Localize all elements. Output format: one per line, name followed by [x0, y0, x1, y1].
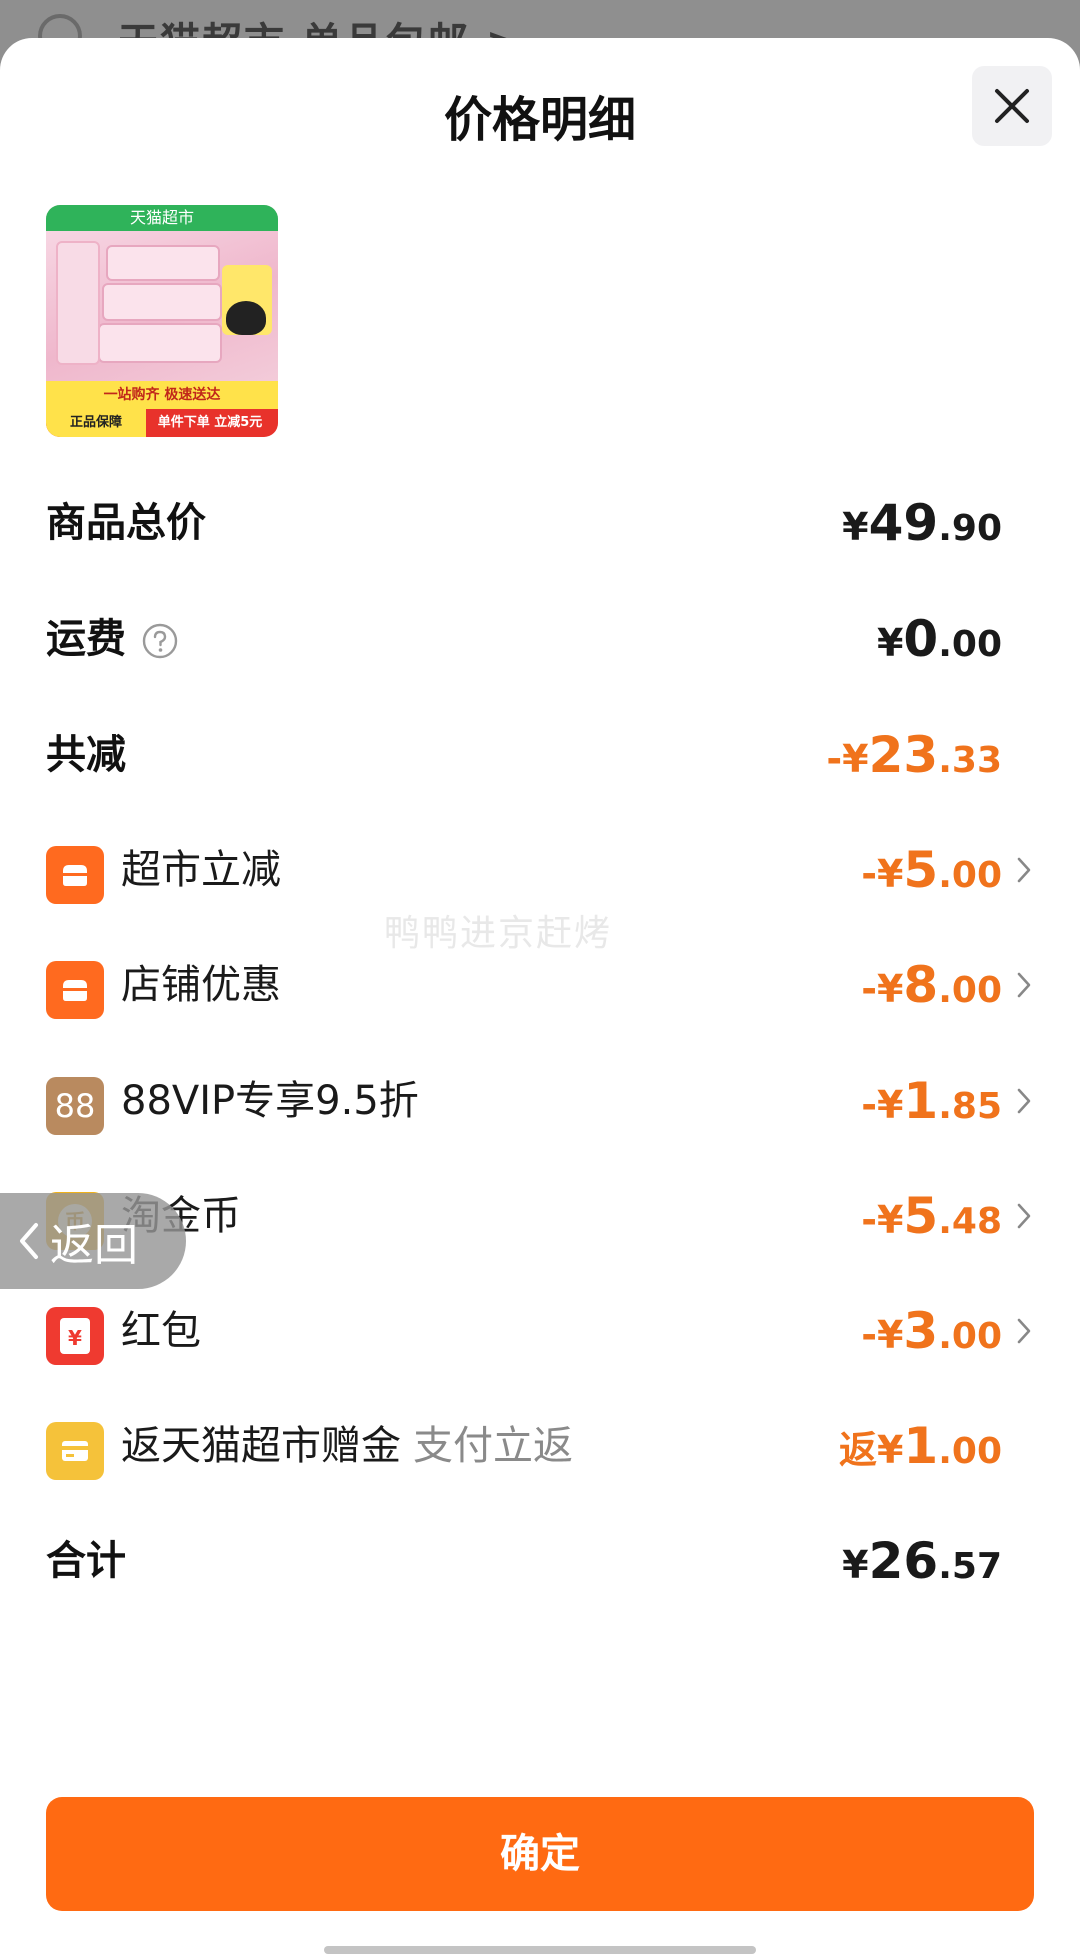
store-discount-row[interactable]: 店铺优惠 -¥8.00	[0, 945, 1080, 1025]
total-discount-amount: -¥23.33	[826, 726, 1002, 784]
supermarket-discount-amount: -¥5.00	[861, 841, 1002, 899]
subtotal-label: 商品总价	[46, 500, 206, 546]
subtotal-amount: ¥49.90	[842, 494, 1002, 552]
cashback-label: 返天猫超市赠金 支付立返	[121, 1423, 573, 1469]
supermarket-discount-label: 超市立减	[121, 847, 281, 893]
total-discount-label: 共减	[46, 732, 126, 778]
watermark: 鸭鸭进京赶烤	[384, 913, 613, 954]
close-icon	[995, 89, 1029, 123]
total-amount: ¥26.57	[842, 1532, 1002, 1590]
help-icon[interactable]	[142, 623, 178, 659]
taojinbi-amount: -¥5.48	[861, 1187, 1002, 1245]
shipping-label: 运费	[46, 599, 178, 679]
total-row: 合计 ¥26.57	[0, 1521, 1080, 1601]
store-icon	[46, 846, 104, 904]
chevron-right-icon	[1014, 1291, 1034, 1371]
red-packet-label: 红包	[121, 1308, 201, 1354]
chevron-right-icon	[1014, 1176, 1034, 1256]
sheet-title: 价格明细	[443, 92, 636, 148]
cashback-sublabel: 支付立返	[413, 1423, 573, 1469]
back-button[interactable]: 返回	[0, 1193, 186, 1289]
vip-discount-label: 88VIP专享9.5折	[121, 1078, 419, 1124]
chevron-right-icon	[1014, 945, 1034, 1025]
store-discount-amount: -¥8.00	[861, 956, 1002, 1014]
vip-88-icon: 88	[46, 1077, 104, 1135]
thumbnail-promo: 单件下单 立减5元	[157, 415, 263, 430]
supermarket-discount-row[interactable]: 超市立减 -¥5.00	[0, 830, 1080, 910]
thumbnail-guarantee: 正品保障	[46, 409, 146, 437]
confirm-button[interactable]: 确定	[46, 1797, 1034, 1911]
thumbnail-banner: 天猫超市	[46, 205, 278, 231]
cashback-row: 返天猫超市赠金 支付立返 返¥1.00	[0, 1406, 1080, 1486]
shipping-row: 运费 ¥0.00	[0, 599, 1080, 679]
cashback-amount: 返¥1.00	[838, 1417, 1002, 1475]
product-thumbnail: 天猫超市 一站购齐 极速送达 正品保障 单件下单 立减5元	[46, 205, 278, 437]
vip-discount-amount: -¥1.85	[861, 1072, 1002, 1130]
shipping-amount: ¥0.00	[876, 610, 1002, 668]
vip-discount-row[interactable]: 88 88VIP专享9.5折 -¥1.85	[0, 1061, 1080, 1141]
back-label: 返回	[50, 1220, 138, 1271]
chevron-right-icon	[1014, 1061, 1034, 1141]
red-packet-row[interactable]: ¥ 红包 -¥3.00	[0, 1291, 1080, 1371]
thumbnail-slogan: 一站购齐 极速送达	[46, 381, 278, 409]
tmall-cat-icon	[226, 301, 266, 335]
chevron-right-icon	[1014, 830, 1034, 910]
red-packet-amount: -¥3.00	[861, 1302, 1002, 1360]
red-packet-icon: ¥	[46, 1307, 104, 1365]
total-label: 合计	[46, 1538, 126, 1584]
close-button[interactable]	[972, 66, 1052, 146]
store-icon	[46, 961, 104, 1019]
card-icon	[46, 1422, 104, 1480]
chevron-left-icon	[20, 1223, 38, 1259]
subtotal-row: 商品总价 ¥49.90	[0, 483, 1080, 563]
total-discount-row: 共减 -¥23.33	[0, 715, 1080, 795]
home-indicator	[324, 1946, 756, 1954]
store-discount-label: 店铺优惠	[121, 962, 281, 1008]
